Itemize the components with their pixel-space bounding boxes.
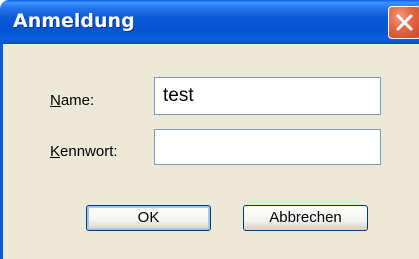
password-label-text: ennwort: [60, 143, 118, 160]
cancel-button[interactable]: Abbrechen [243, 205, 368, 231]
name-label-text: ame: [60, 92, 95, 109]
password-label: Kennwort: [50, 143, 118, 160]
password-label-accelerator: K [50, 143, 61, 160]
close-button[interactable] [388, 6, 419, 39]
close-icon [396, 14, 413, 31]
name-label: Name: [50, 92, 94, 109]
name-input[interactable]: test [154, 77, 381, 115]
ok-button[interactable]: OK [86, 205, 211, 231]
name-label-accelerator: N [50, 92, 61, 109]
window-title: Anmeldung [13, 10, 135, 32]
password-input[interactable] [154, 129, 381, 165]
login-dialog: Anmeldung Name: test Kennwort: OK Abbrec… [0, 0, 419, 259]
title-bar[interactable]: Anmeldung [0, 0, 419, 44]
dialog-body: Name: test Kennwort: OK Abbrechen [0, 44, 419, 259]
